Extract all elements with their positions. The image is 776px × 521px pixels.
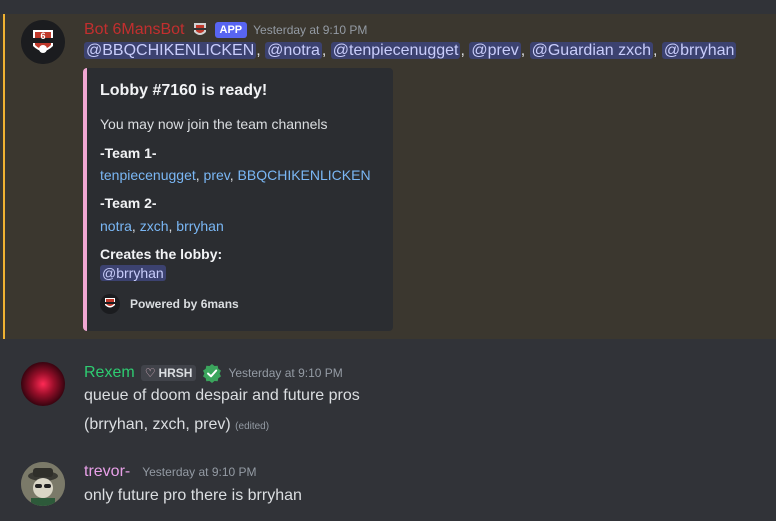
trevor-avatar[interactable] (21, 462, 65, 506)
bot-timestamp[interactable]: Yesterday at 9:10 PM (253, 23, 367, 37)
rexem-author-name[interactable]: Rexem (84, 364, 135, 382)
embed-footer: Powered by 6mans (100, 294, 239, 314)
verified-check-icon (203, 364, 222, 383)
lobby-embed: Lobby #7160 is ready! You may now join t… (83, 68, 393, 331)
bot-message[interactable]: 6 Bot 6MansBot APP Yesterday at 9:10 PM … (0, 14, 776, 339)
rexem-message-line: queue of doom despair and future pros (84, 387, 360, 404)
rexem-message-line: (brryhan, zxch, prev) (edited) (84, 416, 269, 434)
rexem-avatar[interactable] (21, 362, 65, 406)
team2-label: -Team 2- (100, 195, 157, 211)
team2-players: notra, zxch, brryhan (100, 218, 224, 234)
app-badge: APP (214, 22, 248, 38)
rexem-timestamp[interactable]: Yesterday at 9:10 PM (228, 366, 342, 380)
player-link[interactable]: BBQCHIKENLICKEN (238, 167, 371, 183)
mention-highlight-bar (3, 14, 5, 339)
6mans-logo-icon: 6 (21, 20, 65, 64)
edited-label: (edited) (235, 421, 270, 432)
creator-label: Creates the lobby: (100, 246, 223, 262)
mention[interactable]: @tenpiecenugget (330, 42, 461, 59)
mention[interactable]: @brryhan (661, 42, 737, 59)
trevor-timestamp[interactable]: Yesterday at 9:10 PM (142, 465, 256, 479)
bot-avatar[interactable]: 6 (21, 20, 65, 64)
player-link[interactable]: tenpiecenugget (100, 167, 196, 183)
bot-author-name[interactable]: Bot 6MansBot (84, 21, 185, 39)
embed-title: Lobby #7160 is ready! (100, 82, 268, 99)
hat-character-icon (21, 462, 65, 506)
heart-icon: ♡ (144, 366, 156, 380)
server-tag[interactable]: ♡ HRSH (140, 365, 197, 381)
player-link[interactable]: brryhan (176, 218, 223, 234)
creator-mention[interactable]: @brryhan (100, 265, 166, 281)
rexem-message-line-text: (brryhan, zxch, prev) (84, 416, 231, 433)
trevor-message-text: only future pro there is brryhan (84, 487, 302, 504)
embed-description: You may now join the team channels (100, 116, 328, 132)
embed-footer-text: Powered by 6mans (130, 297, 239, 311)
trevor-author-name[interactable]: trevor- (84, 463, 130, 481)
mention[interactable]: @BBQCHIKENLICKEN (84, 42, 257, 59)
player-link[interactable]: zxch (140, 218, 169, 234)
player-link[interactable]: prev (204, 167, 230, 183)
team1-players: tenpiecenugget, prev, BBQCHIKENLICKEN (100, 167, 371, 183)
6mans-footer-icon (100, 294, 120, 314)
previous-message-area (0, 0, 776, 14)
creator-row: @brryhan (100, 265, 166, 283)
6mans-role-icon (192, 23, 207, 35)
mention[interactable]: @prev (469, 42, 521, 59)
mention-list: @BBQCHIKENLICKEN, @notra, @tenpiecenugge… (84, 42, 737, 59)
mention[interactable]: @notra (265, 42, 322, 59)
team1-label: -Team 1- (100, 145, 157, 161)
server-tag-label: HRSH (158, 366, 193, 380)
mention[interactable]: @Guardian zxch (529, 42, 654, 59)
svg-text:6: 6 (40, 31, 45, 41)
player-link[interactable]: notra (100, 218, 132, 234)
